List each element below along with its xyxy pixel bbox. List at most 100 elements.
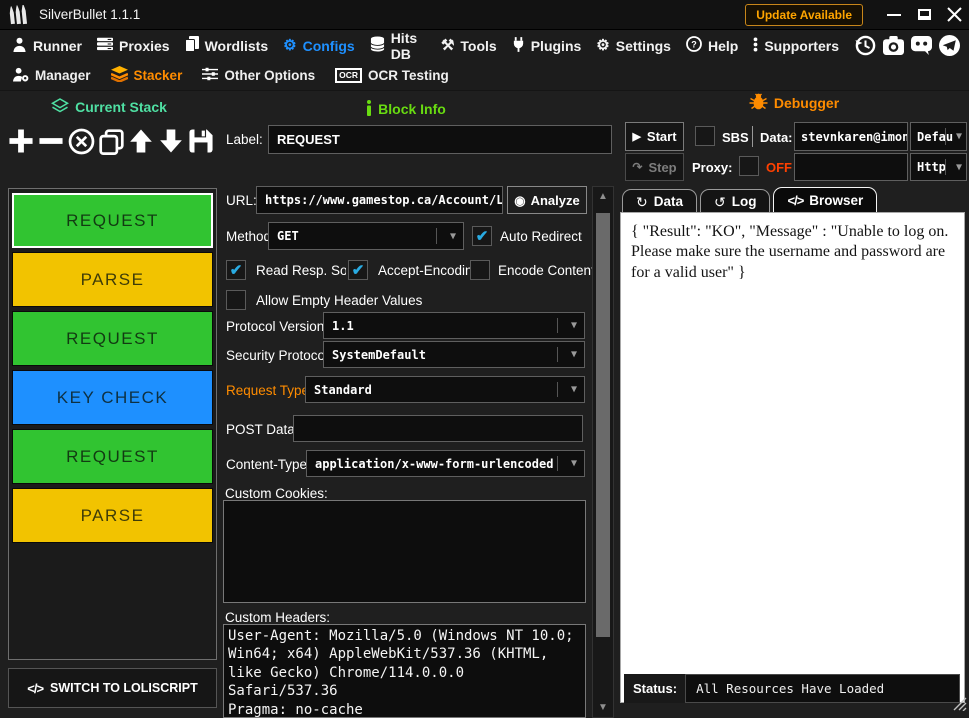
sbs-checkbox[interactable] [695,126,715,146]
chevron-down-icon: ▼ [571,384,577,395]
database-icon [370,36,385,55]
app-window: SilverBullet 1.1.1 Update Available Runn… [0,0,969,718]
disable-block-button[interactable] [66,121,96,161]
submenu-manager[interactable]: Manager [12,67,91,85]
label-input[interactable]: REQUEST [268,125,612,154]
submenu-other-options[interactable]: Other Options [202,67,315,84]
debugger-data-input[interactable]: stevnkaren@imoni [794,122,908,151]
clone-block-button[interactable] [96,121,126,161]
proxy-type-dropdown[interactable]: Http ▼ [910,153,967,181]
close-button[interactable] [939,3,969,27]
label-caption: Label: [226,132,263,147]
chevron-down-icon: ▼ [571,349,577,360]
svg-text:?: ? [691,40,697,50]
menu-tools[interactable]: ⚒ Tools [441,38,497,54]
custom-headers-textarea[interactable]: User-Agent: Mozilla/5.0 (Windows NT 10.0… [223,624,586,718]
url-caption: URL: [226,193,257,208]
menu-plugins[interactable]: Plugins [512,37,582,55]
read-resp-source-checkbox[interactable] [226,260,246,280]
tab-data[interactable]: ↻ Data [622,189,697,213]
telegram-icon[interactable] [938,34,961,57]
tab-browser[interactable]: </> Browser [773,187,877,213]
content-type-caption: Content-Type: [226,457,311,472]
security-protocol-caption: Security Protocol: [226,348,332,363]
current-stack-header: Current Stack [0,98,218,116]
title-bar: SilverBullet 1.1.1 Update Available [0,0,969,30]
scroll-down-icon[interactable]: ▼ [593,702,613,713]
analyze-button[interactable]: ◉ Analyze [507,186,587,214]
switch-to-loliscript-button[interactable]: </> SWITCH TO LOLISCRIPT [8,668,217,708]
stack-block-keycheck[interactable]: KEY CHECK [12,370,213,425]
protocol-version-dropdown[interactable]: 1.1 ▼ [323,312,585,339]
status-value: All Resources Have Loaded [685,674,960,703]
menu-proxies[interactable]: Proxies [97,37,170,54]
custom-cookies-caption: Custom Cookies: [225,486,328,501]
menu-settings[interactable]: ⚙ Settings [596,38,671,54]
debugger-tab-bar: ↻ Data ↺ Log </> Browser [622,187,880,213]
auto-redirect-checkbox[interactable] [472,226,492,246]
menu-configs[interactable]: ⚙ Configs [283,38,355,54]
diamond-stack-icon [51,98,69,116]
update-available-button[interactable]: Update Available [745,4,863,26]
info-icon [366,100,372,119]
submenu-ocr-testing[interactable]: OCR OCR Testing [335,68,449,83]
accept-encoding-checkbox[interactable] [348,260,368,280]
scrollbar-thumb[interactable] [596,213,610,637]
request-type-dropdown[interactable]: Standard ▼ [305,376,585,403]
proxy-checkbox[interactable] [739,156,759,176]
add-block-button[interactable] [6,121,36,161]
move-up-button[interactable] [126,121,156,161]
stack-block-request-1[interactable]: REQUEST [12,193,213,248]
custom-cookies-textarea[interactable] [223,500,586,603]
menu-help[interactable]: ? Help [686,36,738,55]
settings-gear-icon: ⚙ [596,38,609,53]
url-input[interactable]: https://www.gamestop.ca/Account/Logi [256,186,503,214]
proxy-input[interactable] [794,153,908,181]
menu-hits-db[interactable]: Hits DB [370,30,426,62]
content-type-dropdown[interactable]: application/x-www-form-urlencoded ▼ [306,450,585,477]
step-button[interactable]: ↷ Step [625,153,684,181]
menu-wordlists[interactable]: Wordlists [185,36,269,55]
request-type-caption: Request Type: [226,383,313,398]
code-icon: </> [787,193,803,208]
code-icon: </> [27,681,43,696]
encode-content-checkbox[interactable] [470,260,490,280]
analyze-target-icon: ◉ [514,194,525,207]
stack-block-request-3[interactable]: REQUEST [12,429,213,484]
wordlist-type-dropdown[interactable]: Defau ▼ [910,122,967,151]
help-icon: ? [686,36,702,55]
manager-icon [12,67,29,85]
resize-grip[interactable] [953,697,967,716]
form-scrollbar[interactable]: ▲ ▼ [592,186,614,718]
discord-icon[interactable] [910,34,933,57]
stack-block-parse-2[interactable]: PARSE [12,488,213,543]
menu-right-icons [854,34,961,57]
stack-block-parse-1[interactable]: PARSE [12,252,213,307]
menu-runner[interactable]: Runner [12,37,82,55]
post-data-input[interactable] [293,415,583,442]
custom-headers-caption: Custom Headers: [225,610,330,625]
start-button[interactable]: ▶ Start [625,122,684,151]
main-menu-bar: Runner Proxies Wordlists ⚙ Configs Hits … [0,30,969,61]
security-protocol-dropdown[interactable]: SystemDefault ▼ [323,341,585,368]
method-dropdown[interactable]: GET ▼ [268,222,464,250]
submenu-stacker[interactable]: Stacker [111,66,183,85]
maximize-button[interactable] [909,3,939,27]
move-down-button[interactable] [156,121,186,161]
scroll-up-icon[interactable]: ▲ [593,191,613,202]
stack-block-request-2[interactable]: REQUEST [12,311,213,366]
stacker-layers-icon [111,66,128,85]
chevron-down-icon: ▼ [956,131,962,142]
chevron-down-icon: ▼ [956,162,962,173]
tab-log[interactable]: ↺ Log [700,189,770,213]
browser-view: { "Result": "KO", "Message" : "Unable to… [620,212,965,703]
allow-empty-headers-checkbox[interactable] [226,290,246,310]
menu-supporters[interactable]: Supporters [753,37,839,55]
screenshot-icon[interactable] [882,34,905,57]
wordlists-icon [185,36,199,55]
remove-block-button[interactable] [36,121,66,161]
minimize-button[interactable] [879,3,909,27]
save-stack-button[interactable] [186,121,216,161]
history-icon[interactable] [854,34,877,57]
step-arrow-icon: ↷ [632,160,642,174]
